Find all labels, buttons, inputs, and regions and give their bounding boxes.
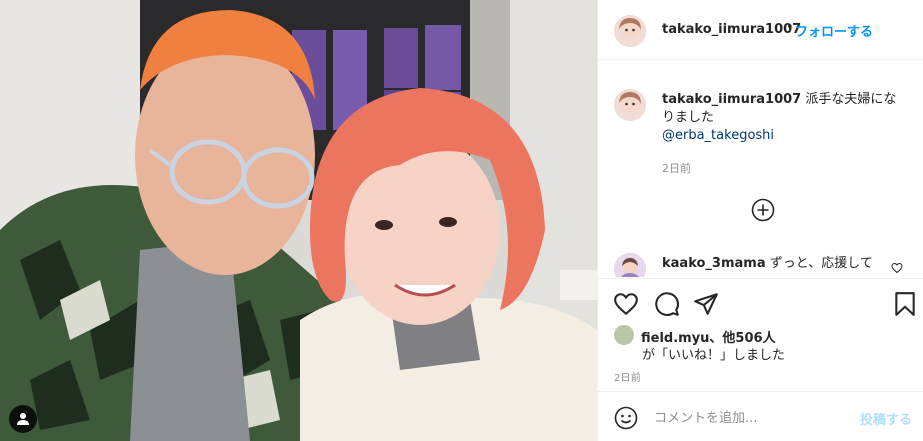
tagged-users-button[interactable] (9, 405, 37, 433)
comment-username[interactable]: kaako_3mama (662, 256, 766, 271)
comments-section: takako_iimura1007 派手な夫婦になりました @erba_take… (598, 61, 923, 277)
share-button[interactable] (693, 291, 719, 317)
comment-item: kaako_3mama ずっと、応援して (662, 255, 873, 273)
author-avatar[interactable] (614, 15, 646, 47)
post-caption: takako_iimura1007 派手な夫婦になりました @erba_take… (662, 91, 907, 145)
comment-button[interactable] (654, 291, 680, 317)
author-username[interactable]: takako_iimura1007 (662, 22, 801, 37)
plus-circle-icon (751, 198, 775, 222)
comment-icon (655, 292, 679, 316)
commenter-avatar[interactable] (614, 253, 646, 277)
instagram-post-embed: takako_iimura1007 • フォローする takako_iimura… (0, 0, 923, 441)
caption-timestamp[interactable]: 2日前 (662, 160, 691, 176)
post-header: takako_iimura1007 • フォローする (598, 0, 923, 60)
post-photo[interactable] (0, 0, 597, 441)
post-actions: field.myu、他506人 が「いいね！」しました 2日前 投稿する (598, 278, 923, 441)
like-button[interactable] (613, 291, 639, 317)
post-timestamp[interactable]: 2日前 (614, 369, 641, 384)
post-side-panel: takako_iimura1007 • フォローする takako_iimura… (597, 0, 923, 441)
add-comment-bar: 投稿する (598, 391, 923, 441)
header-separator: • (786, 20, 794, 35)
follow-button[interactable]: フォローする (795, 21, 873, 40)
liker-avatar[interactable] (614, 325, 634, 345)
post-comment-button[interactable]: 投稿する (860, 409, 912, 428)
caption-author-avatar[interactable] (614, 89, 646, 121)
paper-plane-icon (694, 293, 718, 315)
small-heart-icon (891, 262, 903, 274)
caption-username[interactable]: takako_iimura1007 (662, 92, 801, 107)
caption-mention-link[interactable]: @erba_takegoshi (662, 128, 774, 143)
emoji-button[interactable] (614, 406, 638, 430)
comment-like-button[interactable] (891, 262, 903, 274)
load-more-comments-button[interactable] (751, 198, 775, 222)
comment-input[interactable] (654, 406, 844, 430)
smiley-icon (614, 406, 638, 430)
save-button[interactable] (892, 291, 918, 317)
bookmark-icon (895, 292, 915, 316)
comment-text: ずっと、応援して (769, 256, 873, 271)
person-icon (17, 413, 29, 425)
likes-suffix: が「いいね！」しました (642, 348, 786, 363)
selfie-image (0, 0, 597, 441)
heart-icon (614, 293, 638, 316)
